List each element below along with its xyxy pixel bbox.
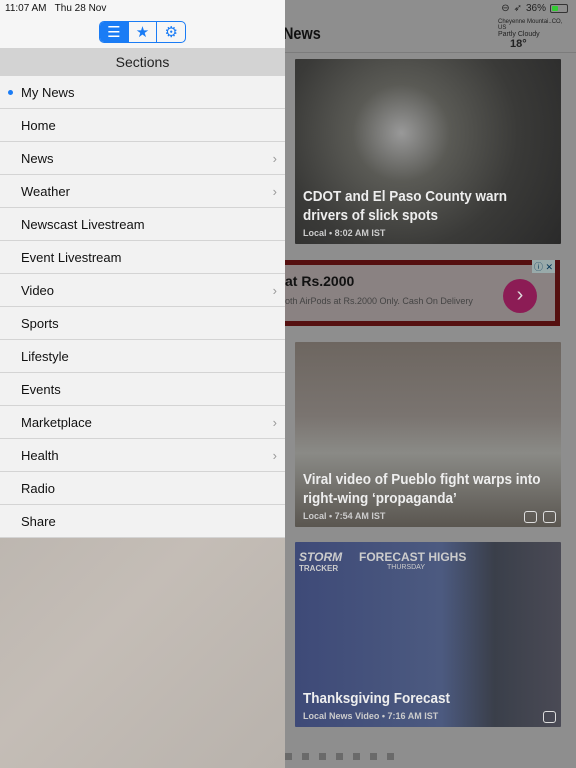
overlay-text: STORM [299,550,343,564]
sidebar-item-label: Video [21,283,55,298]
sections-sidebar: 11:07 AM Thu 28 Nov ☰ ★ ⚙ Sections My Ne… [0,0,285,768]
ad-banner[interactable]: at Rs.2000 oth AirPods at Rs.2000 Only. … [285,260,560,326]
sections-title: Sections [0,48,285,76]
star-icon[interactable]: ★ [127,22,157,42]
article-meta: Local • 8:02 AM IST [303,228,386,238]
sidebar-item-label: Events [21,382,61,397]
video-icon [524,511,537,523]
active-dot-icon [8,90,13,95]
weather-condition: Partly Cloudy [498,31,540,38]
sidebar-item-lifestyle[interactable]: Lifestyle [0,340,285,373]
sidebar-item-health[interactable]: Health › [0,439,285,472]
gallery-icon [543,511,556,523]
view-segmented-control[interactable]: ☰ ★ ⚙ [99,21,186,43]
sidebar-item-news[interactable]: News › [0,142,285,175]
battery-icon [550,4,568,13]
sidebar-item-label: My News [21,85,75,100]
article-title: Viral video of Pueblo fight warps into [303,471,541,488]
sections-menu: My News Home News › Weather › Newscast Livestr… [0,76,285,538]
article-card[interactable]: Viral video of Pueblo fight warps into ri… [295,342,561,527]
overlay-text: FORECAST HIGHS [359,550,467,564]
sidebar-item-event-livestream[interactable]: Event Livestream [0,241,285,274]
ad-title: at Rs.2000 [285,273,355,289]
sidebar-item-label: Home [21,118,56,133]
chevron-right-icon: › [272,283,277,298]
sidebar-item-weather[interactable]: Weather › [0,175,285,208]
sidebar-header: 11:07 AM Thu 28 Nov ☰ ★ ⚙ [0,0,285,48]
sidebar-item-label: Radio [21,481,55,496]
page-title: News [283,24,321,43]
chevron-right-icon: › [272,151,277,166]
article-title-line2: right-wing ‘propaganda’ [303,490,457,507]
overlay-text: THURSDAY [387,564,425,571]
article-title-line2: drivers of slick spots [303,207,439,224]
battery-percent: 36% [525,3,546,14]
status-time: 11:07 AM Thu 28 Nov [5,3,107,14]
status-right: ⊖ ➶ 36% [501,3,568,14]
ad-close-icon[interactable]: ⓘ ✕ [531,260,555,273]
sidebar-item-label: Health [21,448,59,463]
sidebar-item-events[interactable]: Events [0,373,285,406]
sidebar-item-label: Lifestyle [21,349,69,364]
weather-widget[interactable]: Cheyenne Mountai..CO, US Partly Cloudy 1… [498,19,570,50]
article-title: CDOT and El Paso County warn [303,188,508,205]
sidebar-item-radio[interactable]: Radio [0,472,285,505]
sidebar-item-my-news[interactable]: My News [0,76,285,109]
sidebar-item-label: Sports [21,316,59,331]
location-icon: ➶ [513,3,522,14]
sidebar-item-label: News [21,151,54,166]
sidebar-item-home[interactable]: Home [0,109,285,142]
article-meta: Local News Video • 7:16 AM IST [303,711,439,721]
gear-icon[interactable]: ⚙ [156,22,185,42]
divider [285,52,576,53]
link-icon: ⊖ [501,3,510,14]
sidebar-item-label: Newscast Livestream [21,217,145,232]
article-meta: Local • 7:54 AM IST [303,511,386,521]
sidebar-item-label: Weather [21,184,70,199]
sidebar-item-sports[interactable]: Sports [0,307,285,340]
ad-chevron-button[interactable]: › [503,279,537,313]
weather-location: Cheyenne Mountai..CO, US [498,19,563,31]
list-icon[interactable]: ☰ [100,22,128,42]
overlay-text: TRACKER [299,564,339,573]
page-indicator[interactable] [285,753,394,760]
chevron-right-icon: › [272,448,277,463]
article-card[interactable]: STORM FORECAST HIGHS TRACKER THURSDAY Th… [295,542,561,727]
sidebar-item-marketplace[interactable]: Marketplace › [0,406,285,439]
video-icon [543,711,556,723]
article-card[interactable]: CDOT and El Paso County warn drivers of s… [295,59,561,244]
sidebar-item-label: Share [21,514,56,529]
sidebar-item-share[interactable]: Share [0,505,285,538]
article-title: Thanksgiving Forecast [303,690,451,707]
sidebar-item-label: Marketplace [21,415,92,430]
weather-temp: 18° [510,38,527,50]
sidebar-item-newscast-livestream[interactable]: Newscast Livestream [0,208,285,241]
chevron-right-icon: › [272,415,277,430]
sidebar-item-label: Event Livestream [21,250,122,265]
chevron-right-icon: › [272,184,277,199]
ad-subtitle: oth AirPods at Rs.2000 Only. Cash On Del… [285,296,473,306]
sidebar-item-video[interactable]: Video › [0,274,285,307]
